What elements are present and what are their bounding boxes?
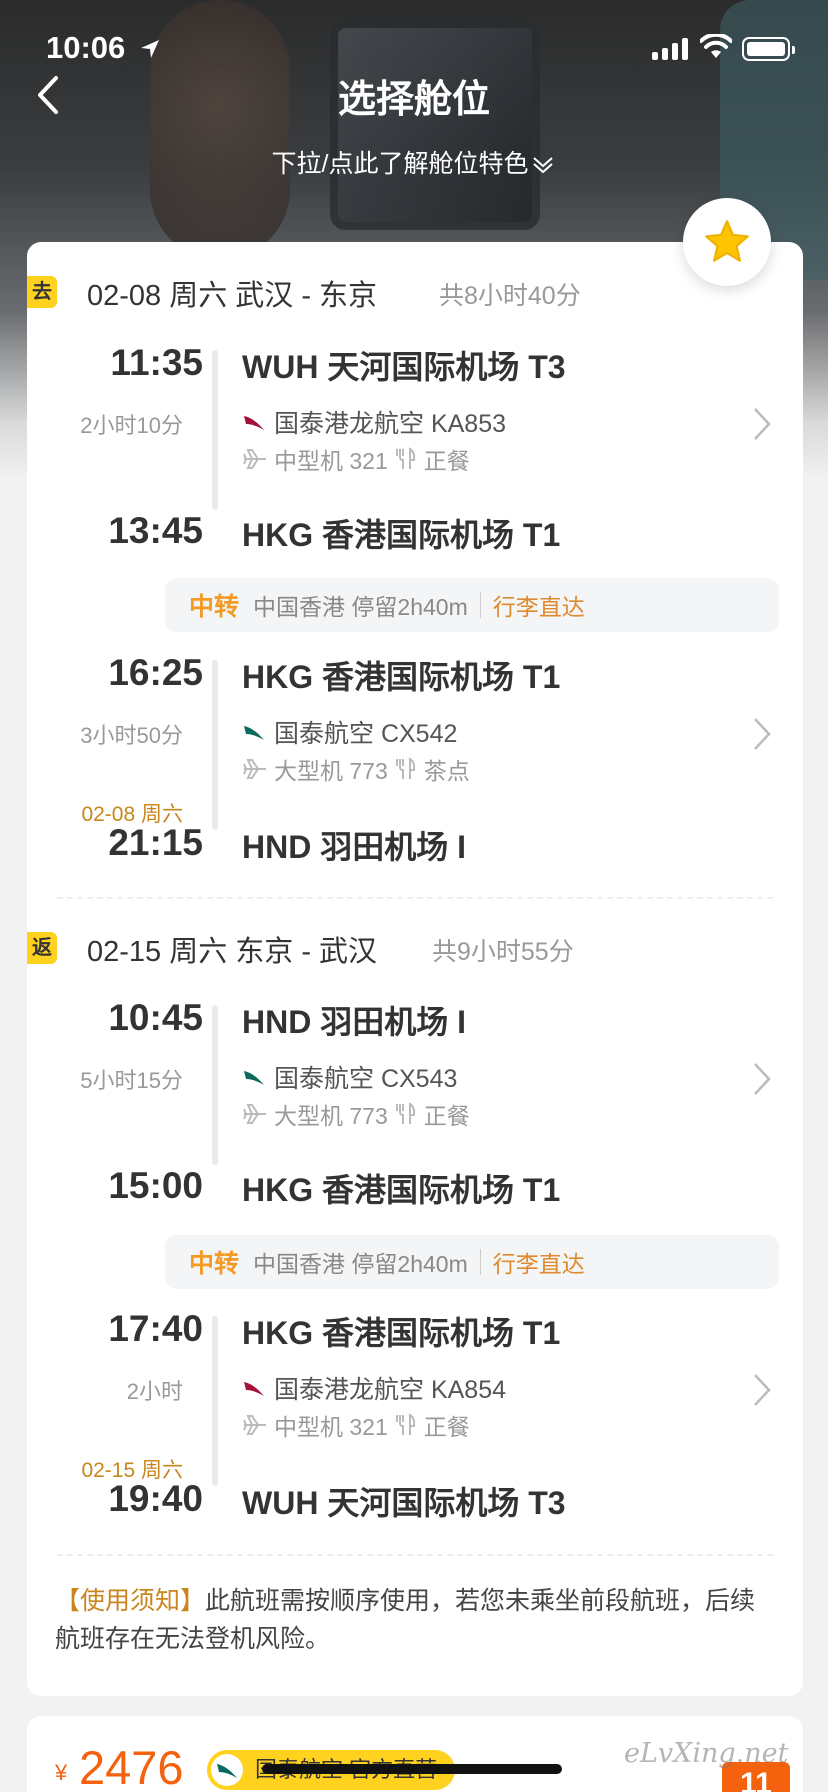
- airline-logo-icon: [211, 1754, 243, 1786]
- airline-logo-icon: [244, 726, 264, 740]
- flight-duration: 2小时10分: [80, 413, 183, 438]
- outbound-date-route: 02-08 周六 武汉 - 东京: [87, 280, 378, 312]
- aircraft-info: 中型机 321 正餐: [242, 1408, 470, 1442]
- battery-icon: [742, 37, 795, 61]
- notice-title: 【使用须知】: [55, 1587, 206, 1615]
- leg-timeline: [212, 1005, 218, 1165]
- arrival-airport: HKG 香港国际机场 T1: [242, 517, 561, 553]
- airline-name: 国泰航空 CX542: [274, 720, 458, 748]
- meal-icon: [395, 447, 415, 469]
- baggage-through: 行李直达: [492, 1251, 585, 1277]
- leg-timeline: [212, 1316, 218, 1486]
- outbound-header: 去 02-08 周六 武汉 - 东京 共8小时40分: [27, 272, 803, 312]
- cabin-features-label: 下拉/点此了解舱位特色: [271, 150, 529, 178]
- airline-logo-icon: [244, 416, 264, 430]
- airline-name: 国泰港龙航空 KA853: [274, 410, 507, 438]
- airline-name: 国泰港龙航空 KA854: [274, 1376, 507, 1404]
- aircraft-type: 大型机 773: [274, 1103, 388, 1129]
- itinerary-card: 去 02-08 周六 武汉 - 东京 共8小时40分 11:35 WUH 天河国…: [27, 242, 803, 1696]
- flight-duration: 5小时15分: [80, 1068, 183, 1093]
- airline-logo-icon: [244, 1071, 264, 1085]
- chevron-right-icon: [754, 408, 771, 440]
- meal-type: 正餐: [423, 1414, 470, 1440]
- aircraft-type: 大型机 773: [274, 758, 388, 784]
- plane-icon: [243, 759, 266, 779]
- page-title: 选择舱位: [337, 79, 490, 121]
- departure-time: 17:40: [108, 1308, 203, 1349]
- star-icon: [705, 220, 749, 262]
- aircraft-info: 大型机 773 茶点: [242, 752, 470, 786]
- departure-airport: WUH 天河国际机场 T3: [242, 349, 566, 385]
- meal-type: 正餐: [423, 1103, 470, 1129]
- favorite-button[interactable]: [683, 198, 771, 286]
- cabin-features-link[interactable]: 下拉/点此了解舱位特色: [0, 144, 828, 180]
- arrival-time: 13:45: [108, 510, 203, 551]
- arrival-airport: WUH 天河国际机场 T3: [242, 1485, 566, 1521]
- airline-info: 国泰港龙航空 KA853: [242, 404, 506, 440]
- outbound-transfer-bar: 中转 中国香港 停留2h40m 行李直达: [165, 578, 779, 632]
- return-transfer-bar: 中转 中国香港 停留2h40m 行李直达: [165, 1235, 779, 1289]
- plane-icon: [243, 1104, 266, 1124]
- section-divider: [57, 897, 773, 899]
- arrival-time: 19:40: [108, 1478, 203, 1519]
- meal-icon: [395, 1413, 415, 1435]
- airline-logo-icon: [244, 1382, 264, 1396]
- airline-name: 国泰航空 CX543: [274, 1065, 458, 1093]
- wifi-icon: [700, 34, 732, 58]
- arrival-airport: HND 羽田机场 I: [242, 829, 467, 865]
- transfer-detail: 中国香港 停留2h40m: [253, 594, 468, 620]
- arrival-time: 15:00: [108, 1165, 203, 1206]
- price-value: 2476: [79, 1741, 184, 1792]
- watermark: eLvXing.net: [624, 1738, 789, 1769]
- leg-timeline: [212, 350, 218, 510]
- baggage-through: 行李直达: [492, 594, 585, 620]
- plane-icon: [243, 1415, 266, 1435]
- departure-time: 11:35: [110, 342, 203, 383]
- meal-type: 正餐: [423, 448, 470, 474]
- transfer-detail: 中国香港 停留2h40m: [253, 1251, 468, 1277]
- airline-info: 国泰航空 CX543: [242, 1059, 457, 1095]
- transfer-label: 中转: [189, 1250, 240, 1278]
- leg-timeline: [212, 660, 218, 830]
- outbound-total-duration: 共8小时40分: [439, 282, 581, 310]
- section-divider: [57, 1554, 773, 1556]
- transfer-label: 中转: [189, 593, 240, 621]
- plane-icon: [243, 449, 266, 469]
- status-time: 10:06: [46, 30, 126, 65]
- chevron-right-icon: [754, 1374, 771, 1406]
- return-header: 返 02-15 周六 东京 - 武汉 共9小时55分: [27, 928, 803, 968]
- home-indicator: [262, 1764, 562, 1774]
- meal-icon: [395, 1102, 415, 1124]
- chevron-down-icon: [533, 157, 554, 174]
- aircraft-info: 中型机 321 正餐: [242, 442, 470, 476]
- meal-icon: [395, 757, 415, 779]
- chevron-right-icon: [754, 1063, 771, 1095]
- signal-icon: [652, 38, 690, 60]
- departure-airport: HKG 香港国际机场 T1: [242, 659, 561, 695]
- location-arrow-icon: [141, 40, 159, 58]
- flight-duration: 3小时50分: [80, 723, 183, 748]
- outbound-tag: 去: [27, 276, 57, 308]
- airline-info: 国泰航空 CX542: [242, 714, 457, 750]
- currency-symbol: ¥: [55, 1760, 68, 1785]
- departure-airport: HND 羽田机场 I: [242, 1004, 467, 1040]
- meal-type: 茶点: [423, 758, 470, 784]
- departure-time: 10:45: [108, 997, 203, 1038]
- chevron-right-icon: [754, 718, 771, 750]
- arrival-airport: HKG 香港国际机场 T1: [242, 1172, 561, 1208]
- return-tag: 返: [27, 932, 57, 964]
- departure-airport: HKG 香港国际机场 T1: [242, 1315, 561, 1351]
- flight-duration: 2小时: [126, 1379, 183, 1404]
- aircraft-info: 大型机 773 正餐: [242, 1097, 470, 1131]
- departure-time: 16:25: [108, 652, 203, 693]
- airline-info: 国泰港龙航空 KA854: [242, 1370, 506, 1406]
- divider: [479, 1249, 481, 1275]
- return-date-route: 02-15 周六 东京 - 武汉: [87, 936, 378, 968]
- aircraft-type: 中型机 321: [274, 448, 388, 474]
- aircraft-type: 中型机 321: [274, 1414, 388, 1440]
- return-total-duration: 共9小时55分: [432, 938, 574, 966]
- usage-notice: 【使用须知】此航班需按顺序使用，若您未乘坐前段航班，后续航班存在无法登机风险。: [55, 1582, 775, 1658]
- divider: [479, 592, 481, 618]
- arrival-time: 21:15: [108, 822, 203, 863]
